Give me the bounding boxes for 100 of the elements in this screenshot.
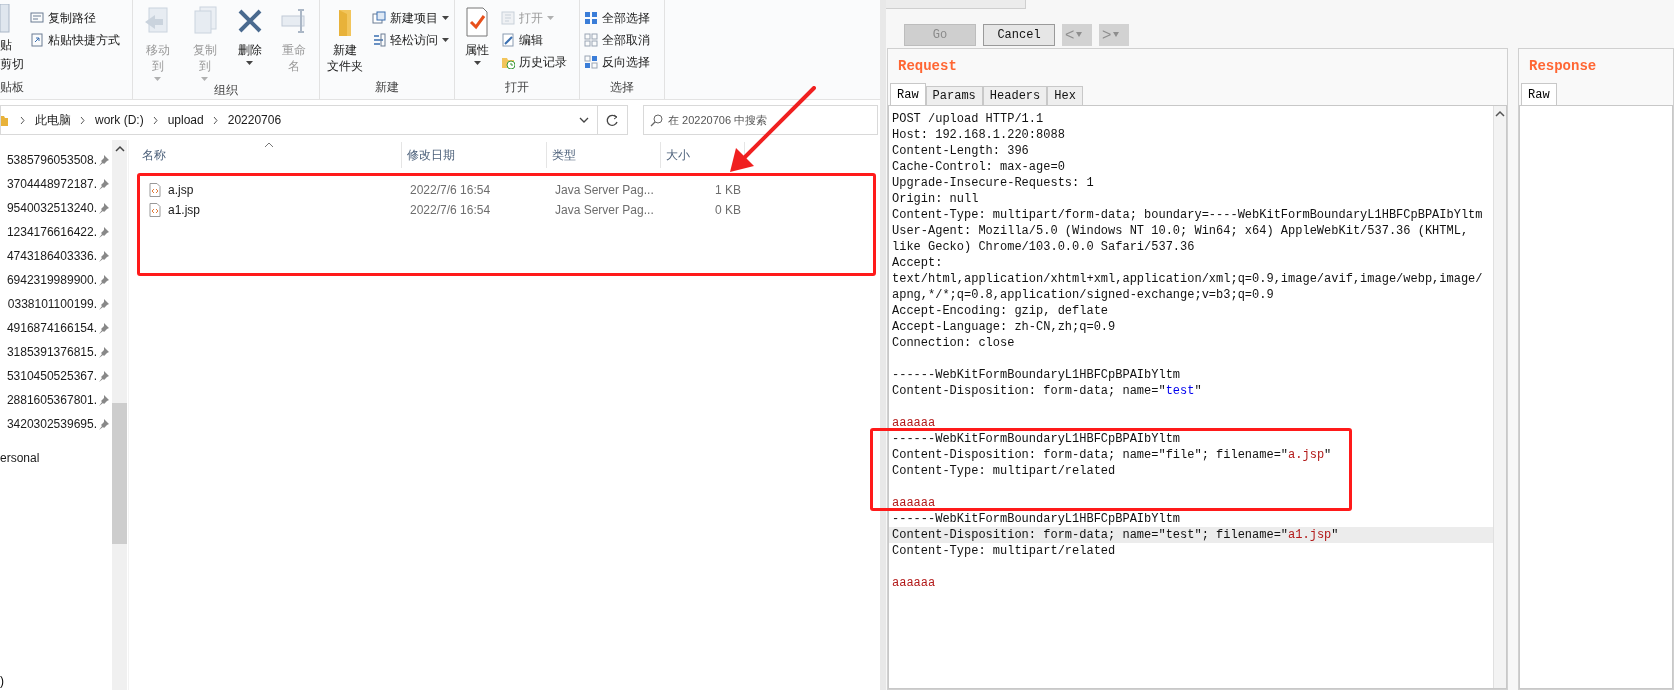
ribbon-button[interactable]: 复制路径	[30, 8, 120, 27]
nav-item[interactable]: ersonal	[0, 446, 42, 470]
refresh-button[interactable]	[598, 105, 628, 135]
nav-item[interactable]: 3185391376815.	[6, 340, 112, 364]
ribbon-button[interactable]: 反向选择	[584, 52, 650, 71]
nav-item[interactable]: )	[0, 674, 4, 688]
pin-icon	[98, 225, 110, 239]
ribbon-button[interactable]: 删除	[231, 4, 268, 65]
scrollbar[interactable]	[1493, 106, 1506, 688]
caret-icon	[473, 61, 481, 65]
code-line: Host: 192.168.1.220:8088	[891, 127, 1066, 143]
nav-item[interactable]: 0338101100199.	[7, 292, 112, 316]
ribbon-button[interactable]: 新建项目	[372, 8, 449, 27]
pin-icon	[98, 177, 110, 191]
edit-icon	[501, 32, 515, 47]
pin-icon	[98, 345, 110, 359]
column-header[interactable]: 修改日期	[407, 146, 455, 164]
editor-tab[interactable]: Params	[925, 86, 983, 105]
nav-item[interactable]: 1234176616422.	[6, 220, 112, 244]
pin-icon	[98, 321, 110, 335]
pin-icon	[98, 417, 110, 431]
chevron-icon	[212, 115, 219, 125]
code-line: Accept:	[891, 255, 944, 271]
code-line: Connection: close	[891, 335, 1016, 351]
ribbon-button[interactable]: 历史记录	[501, 52, 567, 71]
scroll-up-icon	[1495, 110, 1505, 118]
group-label: 选择	[609, 79, 635, 96]
code-line: apng,*/*;q=0.8,application/signed-exchange;v=b3;q=0.9	[891, 287, 1275, 303]
nav-item[interactable]: 3704448972187.	[6, 172, 112, 196]
ribbon-button[interactable]: 剪切	[0, 57, 24, 72]
breadcrumb[interactable]: 20220706	[224, 111, 285, 129]
pin-icon	[98, 393, 110, 407]
nav-item[interactable]: 2881605367801.	[6, 388, 112, 412]
column-header[interactable]: 大小	[666, 146, 690, 164]
chevron-icon	[80, 115, 86, 125]
breadcrumb[interactable]: work (D:)	[92, 111, 147, 129]
group-label: 贴板	[0, 79, 25, 96]
search-field[interactable]: 在 20220706 中搜索	[643, 105, 878, 135]
file-size: 0 KB	[714, 202, 742, 219]
caret-icon	[154, 77, 162, 81]
code-line: aaaaaa	[891, 415, 937, 431]
nav-item[interactable]: 5310450525367.	[6, 364, 112, 388]
folder-icon	[1, 113, 8, 127]
nav-item[interactable]: 3420302539695.	[6, 412, 112, 436]
ribbon-button[interactable]: 全部取消	[584, 30, 650, 49]
editor-tab[interactable]: Hex	[1047, 86, 1083, 105]
chevron-icon	[20, 115, 26, 125]
chevron-icon	[152, 115, 159, 125]
code-line: POST /upload HTTP/1.1	[891, 111, 1045, 127]
refresh-icon	[606, 113, 619, 127]
code-line: User-Agent: Mozilla/5.0 (Windows NT 10.0; Win64; x64) AppleWebKit/537.36 (KHTML,	[891, 223, 1470, 239]
ribbon-button[interactable]: 属性	[459, 4, 495, 65]
new-item-icon	[372, 10, 386, 25]
code-line: Accept-Encoding: gzip, deflate	[891, 303, 1110, 319]
breadcrumb[interactable]: upload	[164, 111, 207, 129]
pin-icon	[98, 369, 110, 383]
open-icon	[501, 10, 515, 25]
nav-item[interactable]: 6942319989900.	[6, 268, 112, 292]
ribbon-button[interactable]: 编辑	[501, 30, 567, 49]
nav-item[interactable]: 9540032513240.	[6, 196, 112, 220]
editor-tab[interactable]: Raw	[890, 83, 926, 105]
code-line: Origin: null	[891, 191, 980, 207]
address-bar[interactable]: 此电脑 work (D:) upload 20220706	[0, 105, 598, 135]
breadcrumb[interactable]: 此电脑	[32, 111, 74, 129]
ribbon-button[interactable]: 轻松访问	[372, 30, 449, 49]
code-line: Upgrade-Insecure-Requests: 1	[891, 175, 1095, 191]
nav-item[interactable]: 4743186403336.	[6, 244, 112, 268]
column-header[interactable]: 类型	[552, 146, 576, 164]
code-line: Content-Length: 396	[891, 143, 1030, 159]
code-line: aaaaaa	[891, 575, 937, 591]
scrollbar-thumb[interactable]	[112, 403, 127, 544]
code-line: Accept-Language: zh-CN,zh;q=0.9	[891, 319, 1117, 335]
file-date: 2022/7/6 16:54	[409, 182, 492, 199]
caret-icon	[246, 61, 254, 65]
column-header[interactable]: 名称	[142, 146, 166, 164]
ribbon-button[interactable]: 全部选择	[584, 8, 650, 27]
group-label: 组织	[213, 82, 239, 99]
panel-title: Request	[897, 56, 958, 76]
code-line: aaaaaa	[891, 495, 937, 511]
ribbon-button[interactable]: 贴	[0, 38, 12, 53]
scrollbar[interactable]	[112, 140, 127, 690]
jsp-file-icon	[149, 183, 161, 197]
editor-tab[interactable]: Headers	[982, 86, 1048, 105]
ribbon-button[interactable]: 粘贴快捷方式	[30, 30, 120, 49]
code-line: Content-Type: multipart/related	[891, 543, 1117, 559]
nav-item[interactable]: 4916874166154.	[6, 316, 112, 340]
code-line: ------WebKitFormBoundaryL1HBFCpBPAIbYltm	[891, 511, 1182, 527]
pin-icon	[98, 201, 110, 215]
group-label: 打开	[504, 79, 530, 96]
repeater-button[interactable]: Cancel	[983, 23, 1055, 46]
nav-item[interactable]: 5385796053508.	[6, 148, 112, 172]
path-icon	[30, 10, 44, 25]
ribbon-button[interactable]: 新建 文件夹	[324, 4, 366, 74]
file-name[interactable]: a1.jsp	[168, 201, 201, 219]
file-name[interactable]: a.jsp	[168, 181, 194, 199]
code-line: text/html,application/xhtml+xml,application/xml;q=0.9,image/avif,image/webp,image/	[891, 271, 1484, 287]
scroll-up-icon	[114, 145, 125, 153]
code-line: Content-Type: multipart/form-data; boundary=----WebKitFormBoundaryL1HBFCpBPAIbYltm	[891, 207, 1484, 223]
group-label: 新建	[374, 79, 400, 96]
editor-tab[interactable]: Raw	[1521, 83, 1557, 105]
